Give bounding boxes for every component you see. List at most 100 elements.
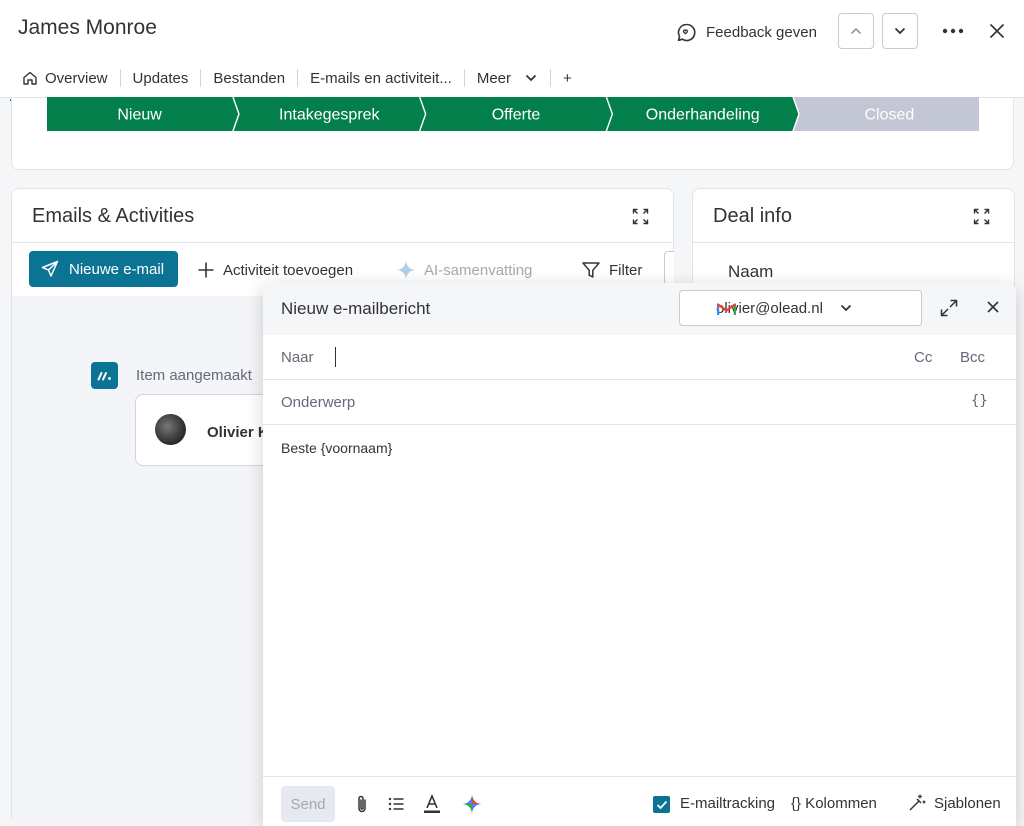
tab-overview[interactable]: Overview bbox=[10, 61, 120, 101]
page-title: James Monroe bbox=[18, 16, 157, 39]
timeline-item-label: Item aangemaakt bbox=[136, 367, 252, 384]
add-activity-label: Activiteit toevoegen bbox=[223, 261, 354, 279]
compose-email-window: Nieuw e-mailbericht olivier@olead.nl Naa… bbox=[263, 283, 1016, 826]
timeline-item-author: Olivier K bbox=[207, 424, 269, 441]
close-compose-button[interactable] bbox=[986, 300, 1002, 316]
attach-button[interactable] bbox=[351, 793, 373, 815]
timeline-item-card[interactable]: Olivier K bbox=[135, 394, 275, 466]
email-tracking-label: E-mailtracking bbox=[680, 795, 776, 812]
chevron-down-icon bbox=[525, 74, 537, 82]
to-field[interactable]: Naar Cc Bcc bbox=[263, 335, 1016, 380]
tab-files[interactable]: Bestanden bbox=[201, 61, 297, 95]
filter-button[interactable]: Filter bbox=[581, 258, 642, 282]
previous-item-button[interactable] bbox=[838, 13, 874, 49]
cc-button[interactable]: Cc bbox=[914, 349, 932, 366]
emails-panel-title: Emails & Activities bbox=[32, 205, 195, 227]
add-activity-button[interactable]: Activiteit toevoegen bbox=[197, 258, 353, 282]
tab-emails-activities[interactable]: E-mails en activiteit... bbox=[298, 61, 464, 95]
tab-more[interactable]: Meer bbox=[465, 61, 550, 95]
list-button[interactable] bbox=[385, 793, 407, 815]
next-item-button[interactable] bbox=[882, 13, 918, 49]
send-button[interactable]: Send bbox=[281, 786, 335, 822]
new-email-button[interactable]: Nieuwe e-mail bbox=[29, 251, 178, 287]
pipeline-stage-offerte[interactable]: Offerte bbox=[420, 97, 612, 131]
tab-emails-label: E-mails en activiteit... bbox=[310, 69, 452, 87]
panel-divider bbox=[693, 242, 1014, 243]
pipeline-stage-closed[interactable]: Closed bbox=[793, 97, 979, 131]
pipeline-stage-onderhandeling[interactable]: Onderhandeling bbox=[607, 97, 799, 131]
variables-button[interactable]: {} bbox=[971, 393, 988, 409]
paperclip-icon bbox=[358, 795, 366, 813]
pipeline-stage-label: Nieuw bbox=[117, 107, 162, 124]
pipeline-stage-label: Intakegesprek bbox=[279, 107, 381, 124]
send-icon bbox=[41, 260, 59, 277]
compose-footer: Send E-mailtracking {} Kolommen Sjablone… bbox=[263, 776, 1016, 826]
columns-button[interactable]: {} Kolommen bbox=[791, 795, 877, 812]
expand-deal-button[interactable] bbox=[971, 206, 991, 226]
tab-updates[interactable]: Updates bbox=[121, 61, 201, 95]
templates-label: Sjablonen bbox=[934, 794, 1001, 812]
text-color-button[interactable] bbox=[421, 793, 443, 815]
feedback-icon bbox=[677, 23, 696, 41]
email-body[interactable]: Beste {voornaam} bbox=[281, 440, 392, 456]
feedback-button[interactable]: Feedback geven bbox=[676, 20, 817, 44]
magic-wand-icon bbox=[909, 794, 926, 811]
deal-field-name-label: Naam bbox=[728, 262, 774, 281]
templates-button[interactable]: Sjablonen bbox=[907, 791, 1001, 815]
subject-field[interactable]: Onderwerp {} bbox=[263, 380, 1016, 425]
pipeline-stage-label: Onderhandeling bbox=[646, 107, 760, 124]
filter-icon bbox=[582, 262, 600, 278]
ai-summary-label: AI-samenvatting bbox=[424, 261, 533, 279]
close-item-button[interactable] bbox=[985, 18, 1009, 44]
from-account-select[interactable]: olivier@olead.nl bbox=[679, 290, 922, 326]
sparkle-icon bbox=[397, 261, 415, 279]
close-icon bbox=[989, 23, 1005, 39]
add-tab-label: + bbox=[563, 69, 572, 87]
more-dots-icon bbox=[942, 28, 964, 34]
compose-title: Nieuw e-mailbericht bbox=[281, 299, 431, 318]
tab-more-label: Meer bbox=[476, 69, 512, 87]
overflow-button-edge[interactable] bbox=[664, 251, 674, 287]
pipeline-stage-label: Offerte bbox=[492, 107, 541, 124]
chevron-up-icon bbox=[850, 27, 862, 35]
subject-label: Onderwerp bbox=[281, 394, 356, 411]
maximize-compose-button[interactable] bbox=[939, 298, 959, 318]
feedback-label: Feedback geven bbox=[706, 23, 817, 41]
tab-overview-label: Overview bbox=[45, 69, 108, 87]
logo-mark bbox=[97, 371, 111, 380]
to-label: Naar bbox=[281, 349, 314, 366]
email-tracking-checkbox[interactable] bbox=[653, 796, 670, 813]
monday-logo-icon bbox=[91, 362, 118, 389]
avatar bbox=[155, 414, 186, 445]
ai-assist-button[interactable] bbox=[461, 793, 483, 815]
tab-updates-label: Updates bbox=[132, 69, 189, 87]
add-tab-button[interactable]: + bbox=[551, 61, 584, 95]
tab-files-label: Bestanden bbox=[213, 69, 286, 87]
text-cursor bbox=[335, 347, 336, 367]
pipeline-stage-nieuw[interactable]: Nieuw bbox=[47, 97, 239, 131]
item-header: James Monroe Feedback geven Overview Upd… bbox=[0, 0, 1024, 101]
expand-icon bbox=[973, 208, 989, 224]
plus-icon bbox=[198, 262, 214, 278]
chevron-down-icon bbox=[840, 304, 852, 312]
ai-summary-button[interactable]: AI-samenvatting bbox=[396, 258, 532, 282]
bcc-button[interactable]: Bcc bbox=[960, 349, 985, 366]
gmail-icon bbox=[717, 303, 736, 315]
close-icon bbox=[987, 301, 999, 313]
checkmark-icon bbox=[656, 800, 667, 809]
home-icon bbox=[23, 71, 37, 85]
expand-emails-button[interactable] bbox=[630, 206, 650, 226]
item-tabs: Overview Updates Bestanden E-mails en ac… bbox=[10, 58, 584, 101]
ai-sparkle-icon bbox=[463, 795, 481, 813]
panel-divider bbox=[12, 242, 673, 243]
expand-icon bbox=[632, 208, 648, 224]
pipeline-stage-intakegesprek[interactable]: Intakegesprek bbox=[233, 97, 425, 131]
pipeline-stage-label: Closed bbox=[864, 107, 914, 124]
more-options-button[interactable] bbox=[940, 18, 966, 44]
pipeline-stages: Nieuw Intakegesprek Offerte Onderhandeling C… bbox=[47, 97, 979, 131]
chevron-down-icon bbox=[894, 27, 906, 35]
filter-label: Filter bbox=[609, 261, 643, 279]
new-email-label: Nieuwe e-mail bbox=[69, 260, 165, 278]
maximize-icon bbox=[940, 299, 958, 317]
deal-panel-title: Deal info bbox=[713, 205, 792, 227]
